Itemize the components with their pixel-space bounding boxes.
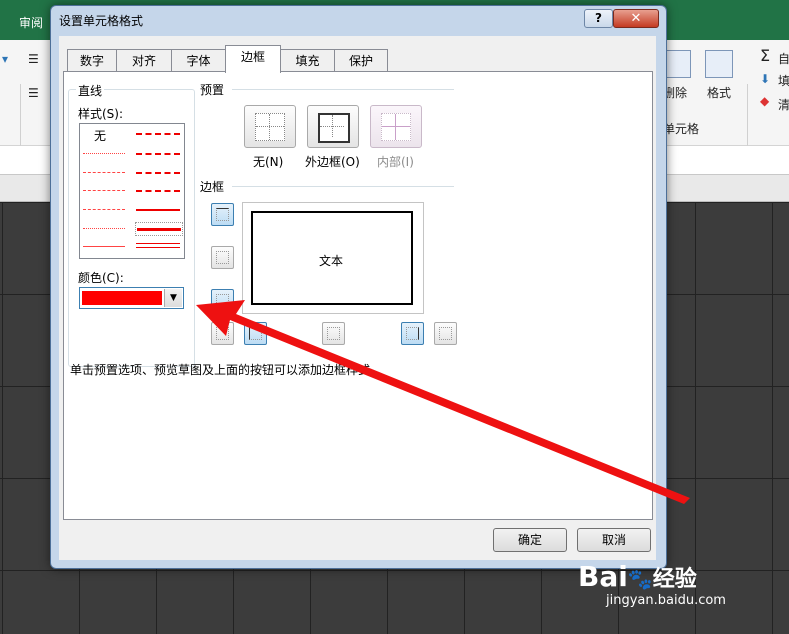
watermark-brand: Bai	[578, 560, 628, 593]
paw-icon: 🐾	[627, 567, 653, 591]
tab-border[interactable]: 边框	[225, 45, 281, 73]
watermark-brand-suffix: 经验	[652, 567, 697, 592]
annotation-arrow	[196, 300, 690, 504]
watermark-url: jingyan.baidu.com	[606, 593, 726, 608]
baidu-watermark: Bai🐾经验 jingyan.baidu.com	[578, 560, 726, 608]
